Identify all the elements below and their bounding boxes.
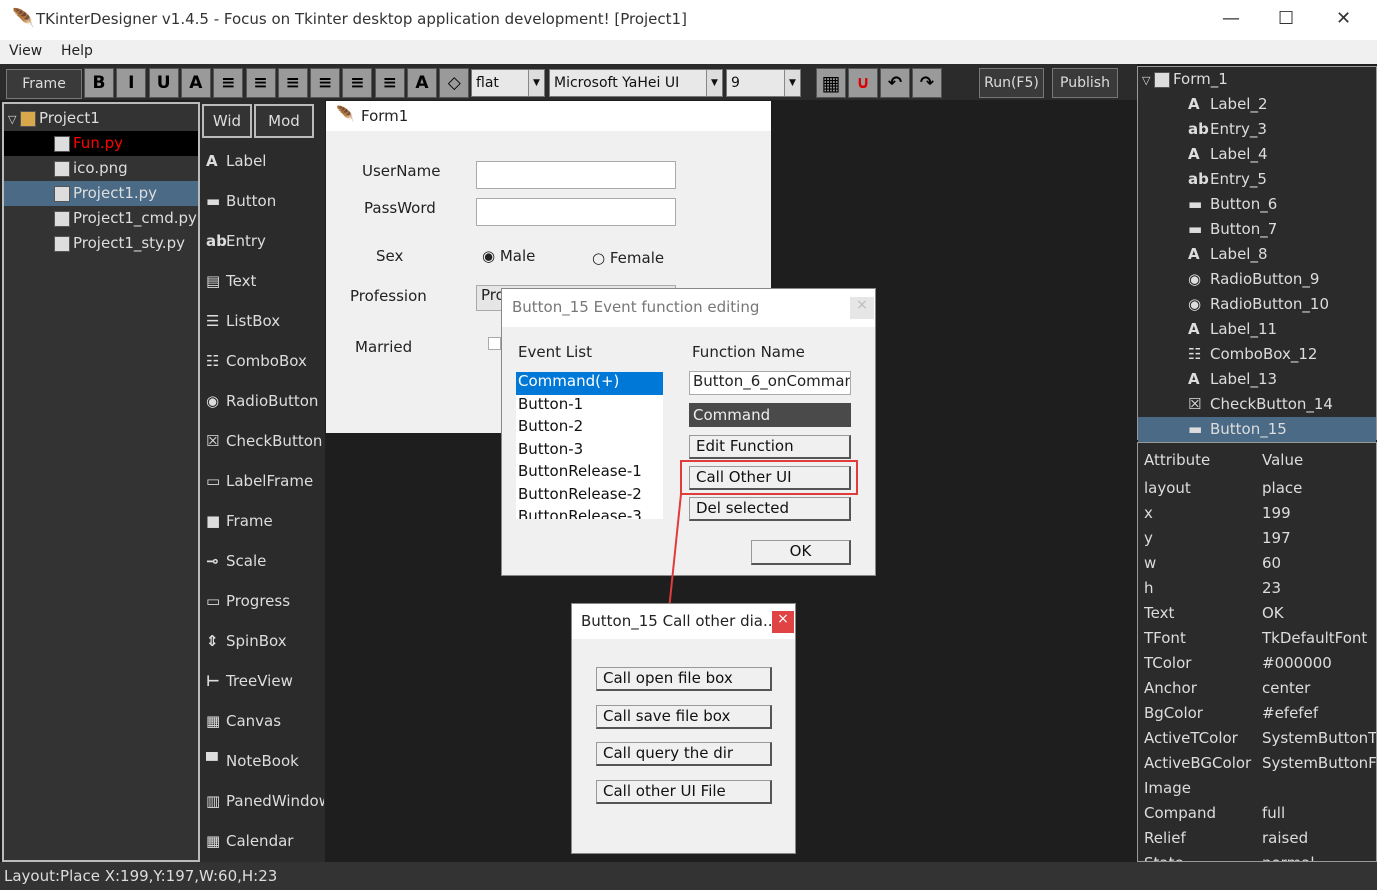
call-button-3[interactable]: Call other UI File [596, 779, 772, 804]
call-button-0[interactable]: Call open file box [596, 667, 772, 691]
call-dialog-titlebar: Button_15 Call other dia... × [572, 604, 795, 639]
call-button-2[interactable]: Call query the dir [596, 742, 772, 766]
call-dialog-title: Button_15 Call other dia... [581, 612, 778, 630]
call-dialog: Button_15 Call other dia... × Call open … [571, 603, 796, 854]
close-icon[interactable]: × [772, 611, 794, 633]
call-button-1[interactable]: Call save file box [596, 704, 772, 729]
